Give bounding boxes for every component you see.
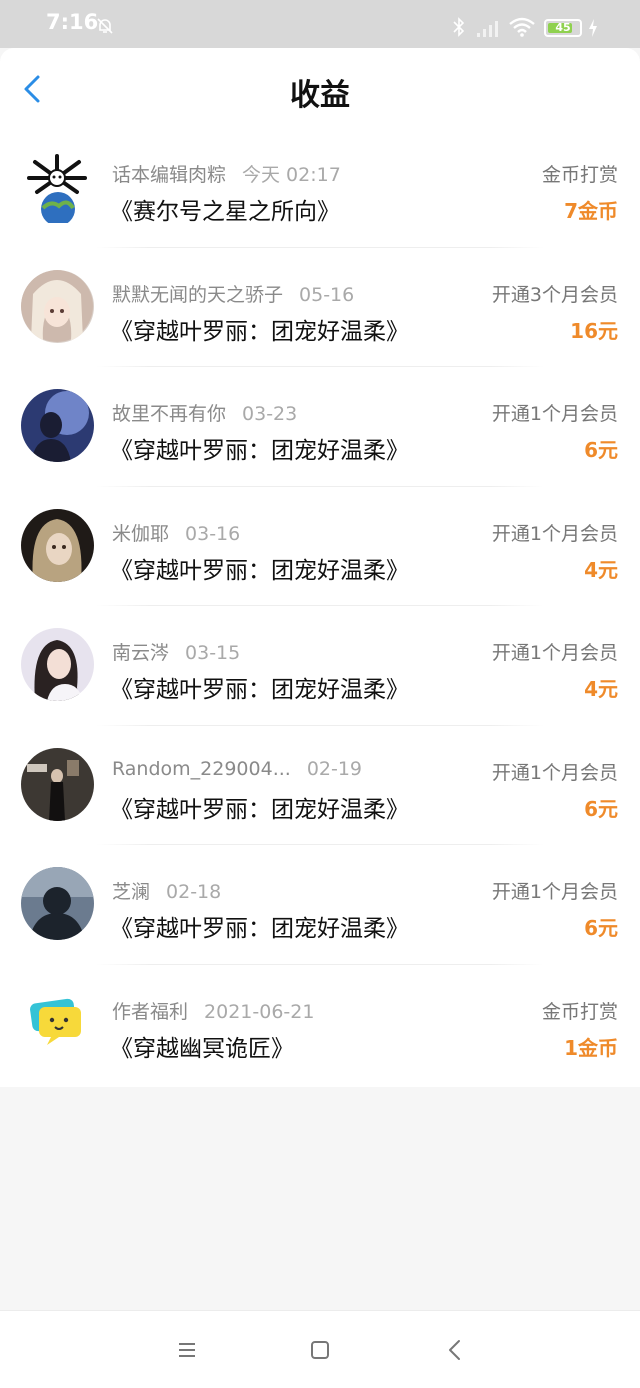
list-item[interactable]: 作者福利 2021-06-21 《穿越幽冥诡匠》 金币打赏 1金币 [0,965,640,1087]
book-title: 《穿越叶罗丽：团宠好温柔》 [110,438,409,464]
battery-icon: 45 [544,19,582,37]
item-date: 03-15 [185,642,241,664]
status-time: 7:16 [46,10,99,34]
item-date: 今天 02:17 [242,164,341,186]
sender-name: 作者福利 2021-06-21 [112,997,314,1024]
book-title: 《穿越叶罗丽：团宠好温柔》 [110,796,409,823]
avatar [21,986,94,1060]
item-date: 03-16 [185,522,241,545]
bell-muted-icon [97,18,113,34]
avatar [21,867,94,940]
system-nav-bar [0,1310,640,1388]
income-type: 开通1个月会员 [491,403,618,425]
sender-name: 故里不再有你 03-23 [112,399,297,426]
item-date: 02-19 [306,757,363,780]
income-amount: 4元 [584,677,618,701]
income-type: 开通1个月会员 [491,881,618,903]
page-header: 收益 [0,48,640,128]
avatar [21,508,94,582]
income-amount: 6元 [584,438,618,462]
item-date: 03-23 [242,403,298,425]
sender-name-text: 芝澜 [112,881,151,903]
income-amount: 4元 [584,557,618,582]
sender-name: 米伽耶 03-16 [112,519,240,546]
sender-name: 默默无闻的天之骄子 05-16 [112,280,354,307]
avatar [21,628,94,701]
list-item[interactable]: Random_229004... 02-19 《穿越叶罗丽：团宠好温柔》 开通1个… [0,726,640,845]
income-amount: 6元 [584,916,618,940]
income-type: 开通1个月会员 [491,642,618,664]
avatar [21,389,94,462]
item-date: 02-18 [166,881,222,903]
item-date: 05-16 [299,283,355,306]
income-type: 金币打赏 [541,164,618,186]
charging-icon [589,19,597,37]
book-title: 《穿越叶罗丽：团宠好温柔》 [110,916,409,942]
book-title: 《穿越幽冥诡匠》 [110,1035,294,1062]
book-title: 《赛尔号之星之所向》 [110,199,340,225]
avatar [21,269,94,343]
page-title: 收益 [290,78,350,113]
income-amount: 16元 [570,318,618,343]
sender-name-text: 故里不再有你 [112,403,227,425]
home-icon[interactable] [305,1335,335,1365]
income-amount: 6元 [584,796,618,821]
list-item[interactable]: 芝澜 02-18 《穿越叶罗丽：团宠好温柔》 开通1个月会员 6元 [0,845,640,965]
sender-name-text: 南云涔 [112,642,170,664]
sender-name-text: 默默无闻的天之骄子 [112,283,284,306]
list-item[interactable]: 故里不再有你 03-23 《穿越叶罗丽：团宠好温柔》 开通1个月会员 6元 [0,367,640,487]
book-title: 《穿越叶罗丽：团宠好温柔》 [110,677,409,703]
list-item[interactable]: 默默无闻的天之骄子 05-16 《穿越叶罗丽：团宠好温柔》 开通3个月会员 16元 [0,248,640,367]
battery-text: 45 [555,21,571,34]
sender-name: Random_229004... 02-19 [112,758,362,780]
income-type: 开通3个月会员 [491,283,618,306]
list-item[interactable]: 米伽耶 03-16 《穿越叶罗丽：团宠好温柔》 开通1个月会员 4元 [0,487,640,606]
book-title: 《穿越叶罗丽：团宠好温柔》 [110,318,409,345]
sender-name-text: 米伽耶 [112,522,170,545]
list-item[interactable]: 南云涔 03-15 《穿越叶罗丽：团宠好温柔》 开通1个月会员 4元 [0,606,640,726]
bluetooth-icon [453,17,465,37]
income-type: 金币打赏 [541,1000,618,1023]
back-icon[interactable] [440,1335,470,1365]
item-date: 2021-06-21 [204,1000,315,1023]
signal-icon [477,21,498,37]
menu-icon[interactable] [172,1335,202,1365]
avatar [21,747,94,821]
income-type: 开通1个月会员 [491,522,618,545]
sender-name: 南云涔 03-15 [112,638,240,665]
sender-name: 话本编辑肉粽 今天 02:17 [112,160,341,187]
income-list: 话本编辑肉粽 今天 02:17 《赛尔号之星之所向》 金币打赏 7金币 默默无闻的… [0,128,640,1087]
wifi-icon [509,17,535,37]
income-amount: 7金币 [564,199,618,223]
sender-name-text: 作者福利 [112,1000,189,1023]
sender-name-text: 话本编辑肉粽 [112,164,227,186]
list-item[interactable]: 话本编辑肉粽 今天 02:17 《赛尔号之星之所向》 金币打赏 7金币 [0,128,640,248]
income-amount: 1金币 [564,1035,618,1060]
status-bar: 7:16 45 [0,0,640,48]
sender-name: 芝澜 02-18 [112,877,221,904]
book-title: 《穿越叶罗丽：团宠好温柔》 [110,557,409,584]
income-type: 开通1个月会员 [491,761,618,784]
avatar [21,150,94,223]
sender-name-text: Random_229004... [112,757,291,780]
